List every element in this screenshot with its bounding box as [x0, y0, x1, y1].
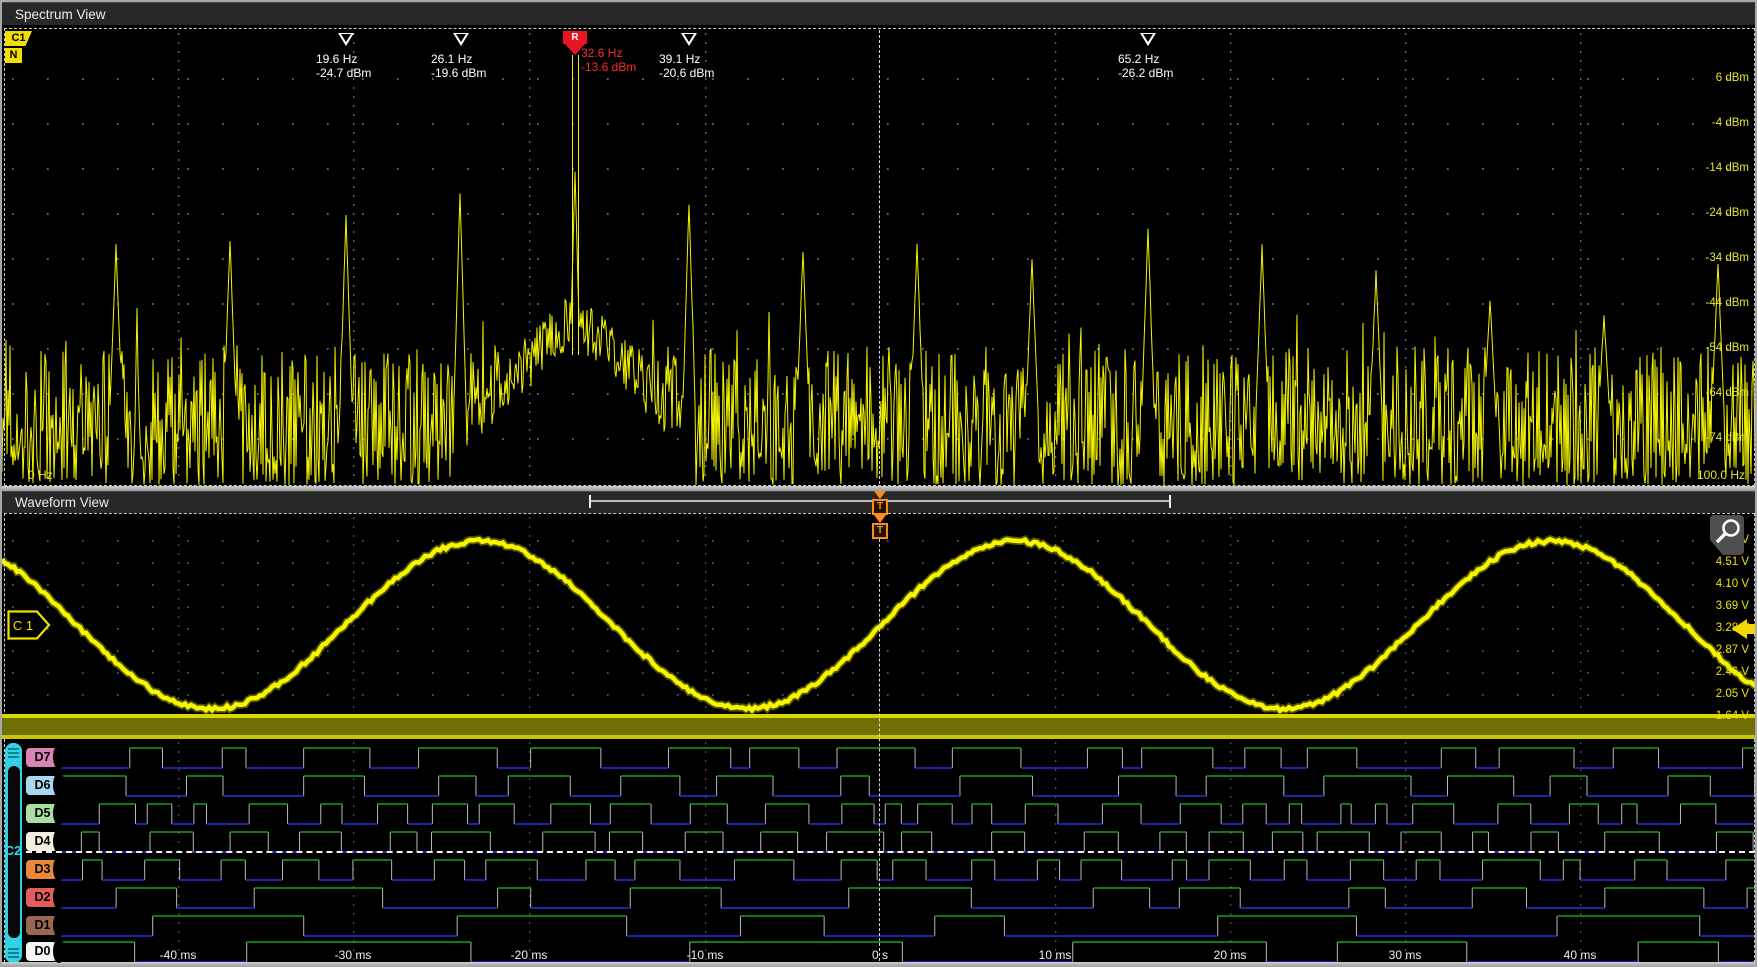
trigger-arrow-icon: [874, 515, 886, 523]
spectrum-normal-mode-badge[interactable]: N: [5, 48, 22, 63]
trigger-marker-top[interactable]: T: [871, 491, 889, 515]
time-axis-label: 40 ms: [1564, 948, 1597, 962]
digital-channel-badge-d6[interactable]: D6: [26, 776, 59, 795]
time-axis-label: -30 ms: [335, 948, 372, 962]
voltage-axis-label: 2.05 V: [1716, 688, 1749, 700]
digital-channel-badge-d0[interactable]: D0: [26, 942, 59, 961]
channel-reference-arrow-icon[interactable]: [1732, 619, 1747, 639]
digital-channel-badge-d2[interactable]: D2: [26, 888, 59, 907]
peak-marker-icon[interactable]: [338, 33, 354, 46]
dbm-axis-label: -74 dBm: [1706, 432, 1749, 444]
digital-channel-badge-d4[interactable]: D4: [26, 832, 59, 851]
digital-group-label[interactable]: C2: [2, 843, 24, 858]
dbm-axis-label: -64 dBm: [1706, 387, 1749, 399]
dbm-axis-label: -24 dBm: [1706, 207, 1749, 219]
peak-marker-icon[interactable]: [453, 33, 469, 46]
dbm-axis-label: -44 dBm: [1706, 297, 1749, 309]
time-axis-label: -10 ms: [687, 948, 724, 962]
waveform-channel-badge[interactable]: C 1: [7, 610, 51, 640]
reference-marker-readout: 32.6 Hz-13.6 dBm: [581, 46, 636, 74]
window-bottom-edge: [2, 962, 1755, 967]
time-axis-label: 10 ms: [1039, 948, 1072, 962]
voltage-axis-label: 3.69 V: [1716, 600, 1749, 612]
time-axis-label: 0 s: [872, 948, 888, 962]
peak-marker-readout: 65.2 Hz-26.2 dBm: [1118, 52, 1173, 80]
peak-marker-icon[interactable]: [1140, 33, 1156, 46]
digital-channel-badge-d7[interactable]: D7: [26, 748, 59, 767]
peak-marker-icon[interactable]: [681, 33, 697, 46]
spectrum-stop-freq-label: 100.0 Hz: [1697, 468, 1745, 482]
digital-channel-badge-d5[interactable]: D5: [26, 804, 59, 823]
spectrum-start-freq-label: 0 Hz: [28, 468, 53, 482]
voltage-axis-label: 4.51 V: [1716, 556, 1749, 568]
time-axis-label: -40 ms: [160, 948, 197, 962]
dbm-axis-label: 6 dBm: [1716, 72, 1749, 84]
channel-level-band: [2, 714, 1755, 739]
digital-threshold-line: [26, 851, 1755, 853]
dbm-axis-label: -4 dBm: [1712, 117, 1749, 129]
oscilloscope-window: Spectrum View C1 N 6 dBm-4 dBm-14 dBm-24…: [0, 0, 1757, 967]
voltage-axis-label: 2.46 V: [1716, 666, 1749, 678]
drag-grip-icon: [8, 948, 19, 958]
reference-marker-icon[interactable]: R: [563, 31, 587, 44]
drag-grip-icon: [8, 748, 19, 758]
time-axis-label: -20 ms: [511, 948, 548, 962]
waveform-channel-badge-text: C 1: [13, 618, 33, 633]
spectrum-view-titlebar[interactable]: Spectrum View: [2, 2, 1755, 25]
time-axis-label: 30 ms: [1389, 948, 1422, 962]
reference-marker-line: [572, 55, 579, 355]
peak-marker-readout: 19.6 Hz-24.7 dBm: [316, 52, 371, 80]
voltage-axis-label: 1.64 V: [1716, 710, 1749, 722]
trigger-arrow-icon: [874, 491, 886, 499]
dbm-axis-label: -54 dBm: [1706, 342, 1749, 354]
digital-channel-badge-d1[interactable]: D1: [26, 916, 59, 935]
peak-marker-readout: 39.1 Hz-20.6 dBm: [659, 52, 714, 80]
dbm-axis-label: -34 dBm: [1706, 252, 1749, 264]
digital-channel-badge-d3[interactable]: D3: [26, 860, 59, 879]
waveform-view-title: Waveform View: [15, 495, 109, 510]
time-axis-label: 20 ms: [1214, 948, 1247, 962]
spectrum-view-title: Spectrum View: [15, 7, 106, 22]
voltage-axis-label: 4.10 V: [1716, 578, 1749, 590]
trigger-marker-plot[interactable]: T: [871, 515, 889, 539]
trigger-t-icon: T: [872, 523, 888, 539]
peak-marker-readout: 26.1 Hz-19.6 dBm: [431, 52, 486, 80]
voltage-axis-label: 2.87 V: [1716, 644, 1749, 656]
trigger-t-icon: T: [872, 499, 888, 515]
dbm-axis-label: -14 dBm: [1706, 162, 1749, 174]
scope-traces-canvas: [2, 2, 1757, 967]
